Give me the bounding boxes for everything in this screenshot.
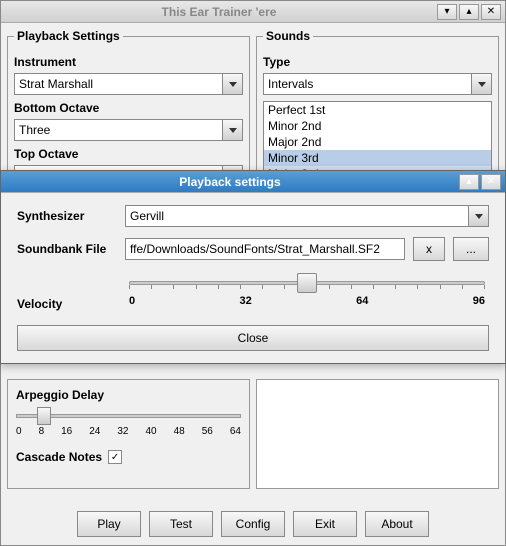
- arpeggio-ticks: 0 8 16 24 32 40 48 56 64: [16, 426, 241, 437]
- dialog-controls: ▴ ✕: [459, 174, 505, 190]
- instrument-input[interactable]: [14, 73, 223, 95]
- arpeggio-slider[interactable]: 0 8 16 24 32 40 48 56 64: [16, 408, 241, 444]
- top-octave-label: Top Octave: [14, 147, 243, 161]
- velocity-labels: 0 32 64 96: [129, 295, 485, 307]
- cascade-row: Cascade Notes ✓: [16, 450, 241, 464]
- bottom-octave-combo[interactable]: [14, 119, 243, 141]
- close-button[interactable]: ✕: [481, 4, 501, 20]
- arpeggio-panel: Arpeggio Delay 0 8 16 24 32 40 48 56 64 …: [7, 379, 250, 489]
- bottom-octave-label: Bottom Octave: [14, 101, 243, 115]
- chevron-down-icon: [478, 82, 486, 87]
- synth-row: Synthesizer: [17, 205, 489, 227]
- synth-combo[interactable]: [125, 205, 489, 227]
- arpeggio-label: Arpeggio Delay: [16, 388, 241, 402]
- dialog-close-btn[interactable]: Close: [17, 325, 489, 351]
- type-combo[interactable]: [263, 73, 492, 95]
- about-button[interactable]: About: [365, 511, 429, 537]
- list-item[interactable]: Minor 2nd: [264, 118, 491, 134]
- sounds-fieldset: Sounds Type Perfect 1st Minor 2nd Major …: [256, 29, 499, 191]
- main-window-controls: ▾ ▴ ✕: [437, 4, 505, 20]
- velocity-slider[interactable]: 0 32 64 96: [129, 271, 485, 311]
- list-item[interactable]: Perfect 1st: [264, 102, 491, 118]
- velocity-label: Velocity: [17, 297, 117, 311]
- maximize-button[interactable]: ▴: [459, 4, 479, 20]
- blank-panel: [256, 379, 499, 489]
- soundbank-input[interactable]: [125, 238, 405, 260]
- play-button[interactable]: Play: [77, 511, 141, 537]
- dialog-maximize-button[interactable]: ▴: [459, 174, 479, 190]
- instrument-combo[interactable]: [14, 73, 243, 95]
- synth-arrow[interactable]: [469, 205, 489, 227]
- cascade-label: Cascade Notes: [16, 450, 102, 464]
- synth-label: Synthesizer: [17, 209, 117, 223]
- exit-button[interactable]: Exit: [293, 511, 357, 537]
- dialog-close-button[interactable]: ✕: [481, 174, 501, 190]
- config-button[interactable]: Config: [221, 511, 285, 537]
- test-button[interactable]: Test: [149, 511, 213, 537]
- playback-settings-legend: Playback Settings: [14, 29, 123, 43]
- chevron-down-icon: [229, 82, 237, 87]
- velocity-thumb[interactable]: [297, 273, 317, 293]
- type-label: Type: [263, 55, 492, 69]
- list-item[interactable]: Minor 3rd: [264, 150, 491, 166]
- list-item[interactable]: Major 2nd: [264, 134, 491, 150]
- chevron-down-icon: [229, 128, 237, 133]
- type-arrow[interactable]: [472, 73, 492, 95]
- synth-input[interactable]: [125, 205, 469, 227]
- playback-dialog: Playback settings ▴ ✕ Synthesizer Soundb…: [0, 170, 506, 364]
- type-input[interactable]: [263, 73, 472, 95]
- main-titlebar: This Ear Trainer 'ere ▾ ▴ ✕: [1, 1, 505, 23]
- main-title: This Ear Trainer 'ere: [1, 5, 437, 19]
- dialog-titlebar: Playback settings ▴ ✕: [1, 171, 505, 193]
- bottom-panels: Arpeggio Delay 0 8 16 24 32 40 48 56 64 …: [7, 379, 499, 489]
- soundbank-label: Soundbank File: [17, 242, 117, 256]
- cascade-checkbox[interactable]: ✓: [108, 450, 122, 464]
- instrument-label: Instrument: [14, 55, 243, 69]
- soundbank-clear-button[interactable]: x: [413, 237, 445, 261]
- dialog-title: Playback settings: [1, 175, 459, 189]
- minimize-button[interactable]: ▾: [437, 4, 457, 20]
- velocity-row: Velocity 0 32 64 96: [17, 271, 489, 311]
- instrument-arrow[interactable]: [223, 73, 243, 95]
- soundbank-browse-button[interactable]: ...: [453, 237, 489, 261]
- playback-settings-fieldset: Playback Settings Instrument Bottom Octa…: [7, 29, 250, 180]
- dialog-footer: Close: [17, 325, 489, 351]
- button-bar: Play Test Config Exit About: [1, 511, 505, 537]
- dialog-body: Synthesizer Soundbank File x ... Velocit…: [1, 193, 505, 363]
- soundbank-row: Soundbank File x ...: [17, 237, 489, 261]
- chevron-down-icon: [475, 214, 483, 219]
- sounds-legend: Sounds: [263, 29, 313, 43]
- arpeggio-thumb[interactable]: [37, 407, 51, 425]
- bottom-octave-arrow[interactable]: [223, 119, 243, 141]
- bottom-octave-input[interactable]: [14, 119, 223, 141]
